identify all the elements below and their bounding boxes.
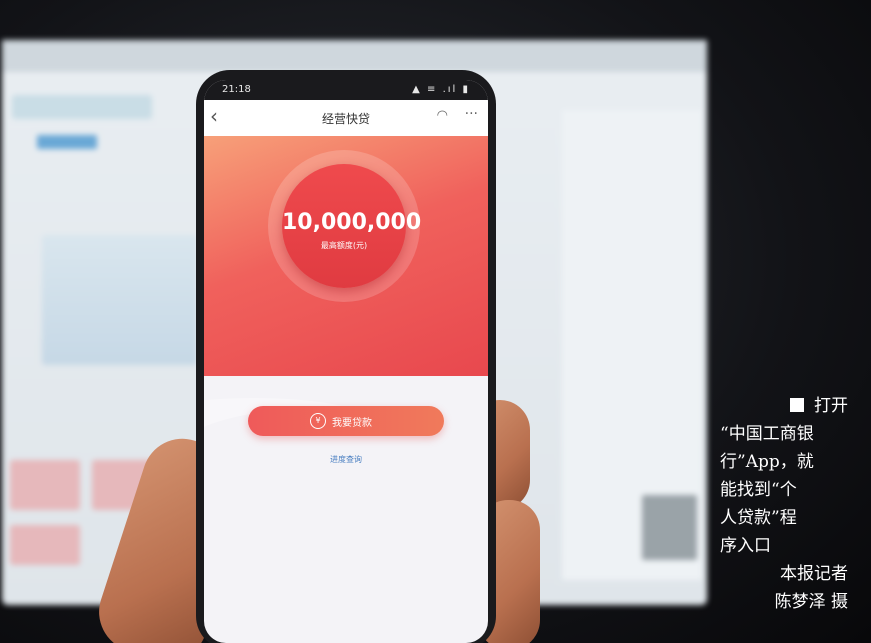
caption-line: 打开 [720, 392, 848, 420]
status-time: 21:18 [222, 84, 251, 95]
square-bullet-icon [790, 398, 804, 412]
caption-line: 序入口 [720, 536, 771, 556]
status-bar: 21:18 ▲ ≡ .ıl ▮ [204, 80, 488, 100]
monitor-red-block [10, 525, 80, 565]
phone-screen: 21:18 ▲ ≡ .ıl ▮ ‹ 经营快贷 ◠ ··· 10,000,000 … [204, 80, 488, 643]
more-icon[interactable]: ··· [465, 106, 478, 122]
caption-credit: 陈梦泽 摄 [774, 592, 848, 612]
status-icons: ▲ ≡ .ıl ▮ [412, 84, 470, 95]
caption-line: “中国工商银 [720, 424, 814, 444]
apply-loan-label: 我要贷款 [332, 418, 372, 429]
headset-icon[interactable]: ◠ [437, 108, 448, 123]
app-bar: ‹ 经营快贷 ◠ ··· [204, 100, 488, 136]
photo: 21:18 ▲ ≡ .ıl ▮ ‹ 经营快贷 ◠ ··· 10,000,000 … [0, 0, 871, 643]
caption-line: 能找到“个 [720, 480, 797, 500]
monitor-red-block [10, 460, 80, 510]
yuan-icon: ¥ [310, 413, 326, 429]
amount-circle: 10,000,000 最高额度(元) [282, 164, 422, 288]
apply-loan-button[interactable]: ¥ 我要贷款 [248, 406, 444, 436]
photo-caption: 打开 “中国工商银 行”App，就 能找到“个 人贷款”程 序入口 本报记者 陈… [720, 392, 848, 616]
caption-line: 行”App，就 [720, 452, 814, 472]
monitor-tab-block [37, 135, 97, 149]
monitor-chart-block [42, 235, 197, 365]
max-amount-label: 最高额度(元) [320, 241, 368, 250]
monitor-header-block [12, 95, 152, 119]
max-amount: 10,000,000 [282, 210, 422, 235]
caption-credit: 本报记者 [780, 564, 848, 584]
monitor-top-bar [2, 40, 707, 72]
hero-banner: 10,000,000 最高额度(元) [204, 136, 488, 486]
caption-line: 人贷款”程 [720, 508, 797, 528]
progress-query-link[interactable]: 进度查询 [204, 454, 488, 465]
qr-code [642, 495, 697, 560]
